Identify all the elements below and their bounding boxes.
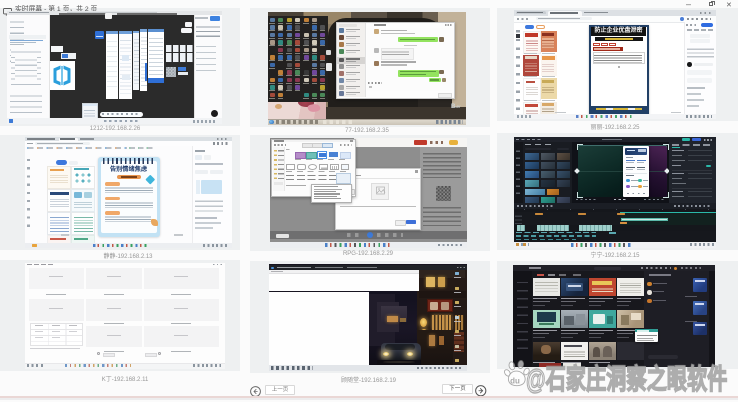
svg-text:du: du (510, 376, 520, 385)
